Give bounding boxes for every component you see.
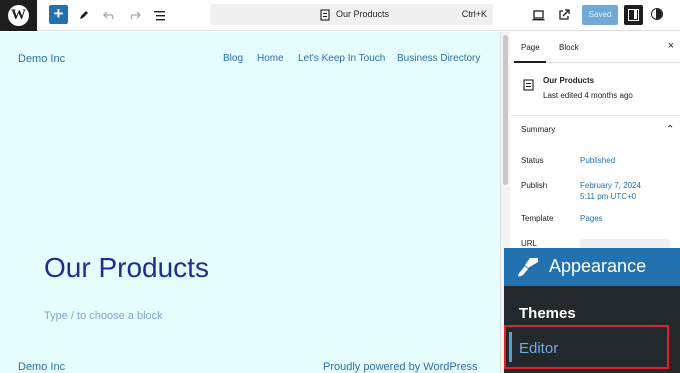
publish-time: 5:11 pm UTC+0 [580, 192, 637, 201]
page-last-edited: Last edited 4 months ago [543, 91, 633, 100]
summary-panel-title[interactable]: Summary [521, 125, 555, 134]
nav-item-blog[interactable]: Blog [223, 53, 243, 64]
appearance-admin-menu: Appearance Themes Editor [504, 248, 680, 373]
sidebar-tabs: Page Block × [511, 32, 680, 63]
wordpress-logo-button[interactable]: W [0, 0, 37, 31]
publish-date-button[interactable]: February 7, 2024 5:11 pm UTC+0 [580, 180, 641, 202]
undo-icon[interactable] [100, 6, 118, 24]
editor-menu-item[interactable]: Editor [504, 325, 669, 369]
tab-page[interactable]: Page [521, 43, 540, 52]
wordpress-logo-icon: W [8, 5, 29, 26]
nav-item-home[interactable]: Home [257, 53, 284, 64]
editor-canvas[interactable]: Demo Inc Blog Home Let's Keep In Touch B… [0, 32, 500, 373]
page-heading[interactable]: Our Products [44, 252, 209, 284]
paintbrush-icon [516, 256, 540, 278]
nav-item-keep-in-touch[interactable]: Let's Keep In Touch [298, 53, 385, 64]
status-value[interactable]: Published [580, 155, 615, 166]
document-icon [320, 8, 330, 26]
document-command-bar[interactable]: Our Products Ctrl+K [210, 4, 493, 25]
status-label: Status [521, 156, 544, 165]
document-title: Our Products [336, 9, 390, 19]
divider [511, 115, 680, 116]
redo-icon[interactable] [125, 6, 143, 24]
settings-panel-icon[interactable] [624, 5, 643, 25]
external-link-icon[interactable] [555, 6, 573, 24]
saved-button[interactable]: Saved [582, 5, 618, 25]
page-title: Our Products [543, 76, 595, 85]
appearance-menu-header[interactable]: Appearance [504, 248, 680, 286]
footer-site-title[interactable]: Demo Inc [18, 361, 65, 373]
themes-menu-item[interactable]: Themes [519, 305, 576, 322]
styles-contrast-icon[interactable] [651, 8, 663, 20]
add-block-button[interactable]: + [49, 5, 68, 24]
command-shortcut: Ctrl+K [461, 9, 487, 19]
active-tab-indicator [514, 61, 546, 63]
scrollbar-thumb[interactable] [503, 35, 508, 185]
site-title[interactable]: Demo Inc [18, 53, 65, 65]
footer-credit[interactable]: Proudly powered by WordPress [323, 361, 477, 373]
active-indicator [509, 332, 512, 362]
nav-item-business-directory[interactable]: Business Directory [397, 53, 480, 64]
close-icon[interactable]: × [668, 40, 674, 52]
list-view-icon[interactable] [150, 6, 168, 24]
chevron-up-icon[interactable]: ⌄ [666, 122, 674, 133]
appearance-label: Appearance [549, 256, 647, 276]
template-label: Template [521, 214, 554, 223]
block-placeholder[interactable]: Type / to choose a block [44, 310, 163, 322]
editor-toolbar: W + Our Products Ctrl+K Saved [0, 0, 680, 31]
publish-date: February 7, 2024 [580, 181, 641, 190]
tab-block[interactable]: Block [559, 43, 579, 52]
url-label: URL [521, 239, 538, 248]
editor-label: Editor [519, 340, 559, 357]
pen-icon[interactable] [75, 6, 93, 24]
page-icon [523, 78, 535, 91]
template-value[interactable]: Pages [580, 213, 603, 224]
desktop-view-icon[interactable] [529, 6, 547, 24]
publish-label: Publish [521, 181, 548, 190]
